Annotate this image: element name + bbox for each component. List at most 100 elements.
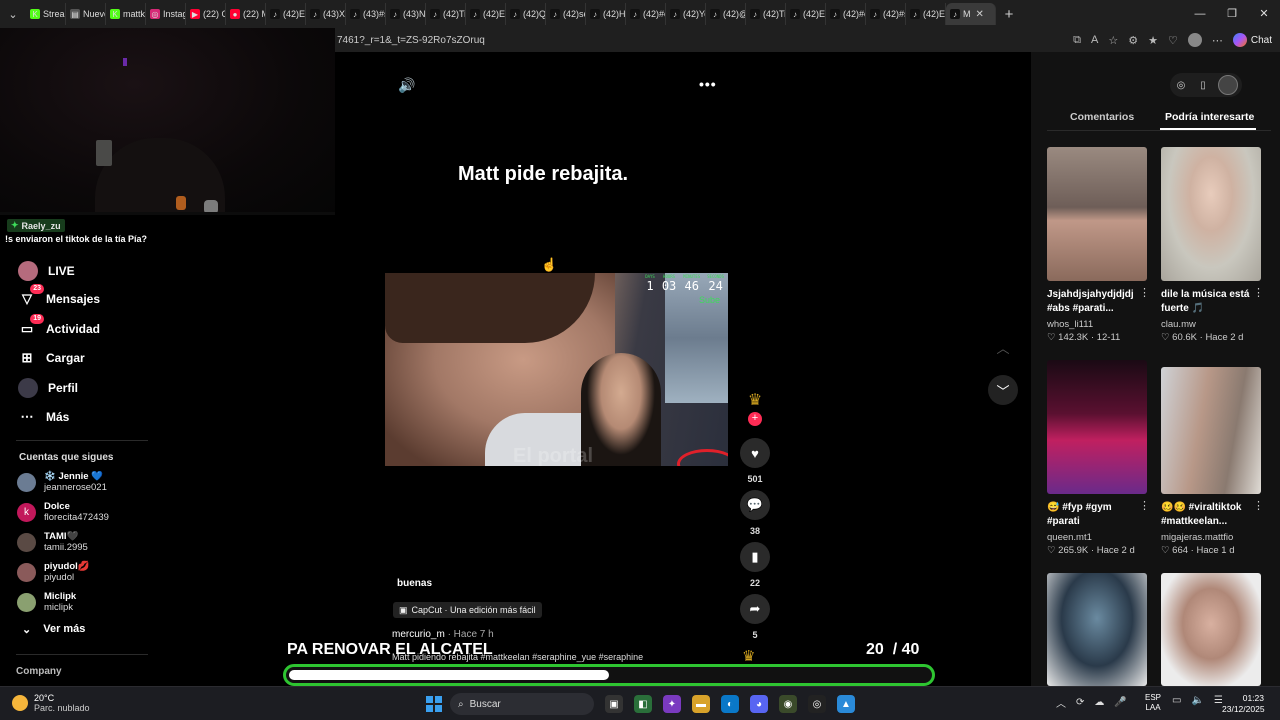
suggested-thumbnail[interactable] [1047,147,1147,281]
browser-tab[interactable]: ▤Nuevo [66,3,106,25]
browser-tab[interactable]: ♪ (43)#s [346,3,386,25]
app-icon[interactable]: ▲ [837,695,855,713]
suggested-video-title[interactable]: Jsjahdjsjahydjdjdj #abs #parati... [1047,288,1147,316]
weather-widget[interactable]: 20°C Parc. nublado [12,693,90,713]
monitor-icon[interactable]: ▭ [1172,695,1181,706]
browser-tab-active[interactable]: ♪ M ✕ [946,3,996,25]
nav-messages[interactable]: ▽ 23 Mensajes [18,284,100,308]
taskbar-search[interactable]: ⌕ Buscar [450,693,594,715]
favorites-icon[interactable]: ★ [1148,34,1158,47]
browser-tab[interactable]: ♪(42)Es [466,3,506,25]
suggested-video-title[interactable]: dile la música está fuerte 🎵 [1161,288,1261,316]
suggested-video-user[interactable]: migajeras.mattfio [1161,532,1233,543]
card-more-icon[interactable]: ⋮ [1253,286,1264,299]
save-button[interactable]: ▮ [740,542,770,572]
store-icon[interactable]: ◧ [634,695,652,713]
browser-tab[interactable]: ♪(43)Nu [386,3,426,25]
browser-tab[interactable]: ●(22) M [226,3,266,25]
video-author[interactable]: mercurio_m · Hace 7 h [392,629,494,640]
nav-profile[interactable]: Perfil [18,378,78,398]
comment-button[interactable]: 💬 [740,490,770,520]
browser-tab[interactable]: ♪(42)Yo [666,3,706,25]
open-app-icon[interactable]: ⧉ [1073,34,1081,47]
tab-list-chevron-icon[interactable]: ⌄ [0,0,26,28]
following-account[interactable]: ❄️ Jennie 💙 jeannerose021 [17,471,107,493]
volume-tray-icon[interactable]: 🔈 [1191,695,1203,706]
translate-icon[interactable]: A [1091,34,1098,46]
restore-icon[interactable]: ❐ [1216,0,1248,28]
profile-avatar[interactable] [1187,33,1202,47]
browser-tab[interactable]: KStream [26,3,66,25]
file-explorer-icon[interactable]: ▬ [692,695,710,713]
suggested-video-user[interactable]: whos_li111 [1047,319,1093,330]
browser-tab[interactable]: ♪(42)En [786,3,826,25]
edge-browser-icon[interactable]: ◐ [721,695,739,713]
extensions-icon[interactable]: ⚙ [1128,34,1138,47]
suggested-video-title[interactable]: 🥴🥴 #viraltiktok #mattkeelan... [1161,501,1261,529]
card-more-icon[interactable]: ⋮ [1139,499,1150,512]
browser-tab[interactable]: ♪ (42)Ti [746,3,786,25]
nav-live[interactable]: LIVE [18,261,75,281]
nav-activity[interactable]: ▭ 19 Actividad [18,314,100,338]
card-more-icon[interactable]: ⋮ [1253,499,1264,512]
start-button[interactable] [426,696,442,712]
browser-tab[interactable]: ♪ (42)#s [866,3,906,25]
volume-icon[interactable]: 🔊 [398,77,415,94]
browser-tab[interactable]: ♪ (42)Q [506,3,546,25]
card-more-icon[interactable]: ⋮ [1139,286,1150,299]
task-view-icon[interactable]: ▣ [605,695,623,713]
device-icon[interactable]: ▯ [1196,80,1210,91]
browser-tab[interactable]: ♪ (42)#c [626,3,666,25]
user-avatar[interactable] [1218,75,1238,95]
browser-tab[interactable]: ◎ Instag [146,3,186,25]
show-hidden-icons[interactable]: ︿ [1056,695,1066,710]
browser-tab[interactable]: Kmattk [106,3,146,25]
following-account[interactable]: k Dolce florecita472439 [17,501,109,523]
nav-upload[interactable]: ⊞ Cargar [18,349,85,367]
obs-icon[interactable]: ◎ [808,695,826,713]
creator-avatar[interactable]: ♛ [741,390,769,414]
browser-tab[interactable]: ♪ (42)Ti [426,3,466,25]
microphone-icon[interactable]: 🎤 [1114,697,1126,708]
following-account[interactable]: Miclipk miclipk [17,591,76,613]
browser-tab[interactable]: ♪ (42)Er [266,3,306,25]
following-account[interactable]: piyudol💋 piyudol [17,561,90,583]
coin-icon[interactable]: ◎ [1174,80,1188,91]
browser-tab[interactable]: ♪(43)XD [306,3,346,25]
tab-suggested[interactable]: Podría interesarte [1165,111,1254,123]
copilot-app-icon[interactable]: ✦ [663,695,681,713]
suggested-video-user[interactable]: clau.mw [1161,319,1196,330]
like-button[interactable]: ♥ [740,438,770,468]
suggested-thumbnail[interactable] [1161,367,1261,494]
video-player[interactable]: DAYS 1 HOURS 03 MINUTES 46 SECONDS 24 Sube El p… [385,273,728,466]
following-account[interactable]: TAMI🖤 tamii.2995 [17,531,88,553]
browser-tab[interactable]: ♪ (42)El [906,3,946,25]
browser-tab[interactable]: ♪ (42)#c [826,3,866,25]
minimize-icon[interactable]: — [1184,0,1216,28]
suggested-thumbnail[interactable] [1161,573,1261,686]
browser-tab[interactable]: ♪(42)He [586,3,626,25]
suggested-thumbnail[interactable] [1047,360,1147,494]
share-button[interactable]: ➦ [740,594,770,624]
see-more-button[interactable]: ⌄ Ver más [22,623,85,636]
new-tab-button[interactable]: + [996,6,1022,23]
clock[interactable]: 01:23 23/12/2025 [1222,693,1265,715]
suggested-thumbnail[interactable] [1161,147,1261,281]
settings-more-icon[interactable]: ⋯ [1212,34,1223,47]
browser-essentials-icon[interactable]: ♡ [1168,34,1178,47]
url-field[interactable]: 7461?_r=1&_t=ZS-92Ro7sZOruq [335,35,1073,46]
follow-plus-button[interactable]: + [748,412,762,426]
input-language[interactable]: ESP LAA [1145,693,1161,713]
previous-video-button[interactable]: ︿ [988,332,1018,362]
suggested-video-title[interactable]: 😅 #fyp #gym #parati [1047,501,1147,529]
next-video-button[interactable]: ﹀ [988,375,1018,405]
app-icon[interactable]: ◉ [779,695,797,713]
suggested-thumbnail[interactable] [1047,573,1147,686]
close-window-icon[interactable]: ✕ [1248,0,1280,28]
company-link[interactable]: Company [16,666,62,677]
browser-tab[interactable]: ♪ (42)@ [706,3,746,25]
discord-icon[interactable]: ◕ [750,695,768,713]
browser-tab[interactable]: ▶ (22) O [186,3,226,25]
suggested-video-user[interactable]: queen.mt1 [1047,532,1092,543]
browser-tab[interactable]: ♪ (42)se [546,3,586,25]
